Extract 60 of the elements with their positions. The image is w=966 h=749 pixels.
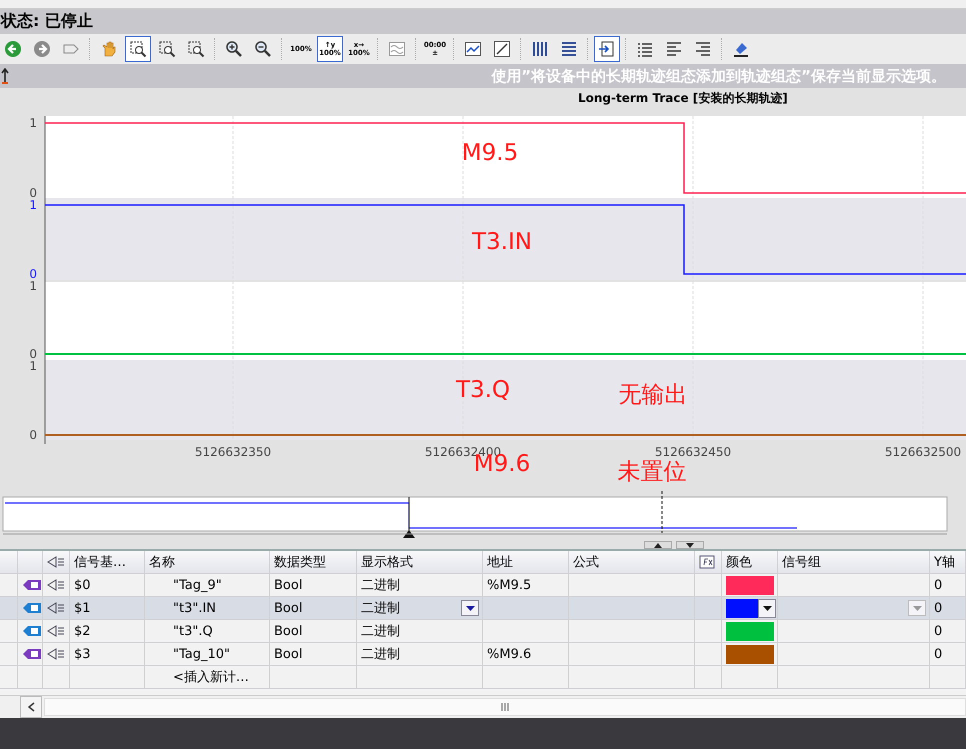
scrollbar-thumb[interactable] [44,698,966,716]
signal-icon [47,579,65,591]
zoom-area-button[interactable] [125,36,151,62]
align-left-icon [665,40,683,58]
vertical-bars-icon [531,40,549,58]
status-bar: 状态: 已停止 [0,9,966,34]
zoom-area-icon [158,40,176,58]
arrow-up-icon [1,68,9,84]
axis-tick-label: 1 [29,116,37,130]
axis-tick-label: 5126632450 [654,445,732,459]
signal-icon [47,556,65,568]
list-icon [636,40,654,58]
zoom-in-icon [225,40,243,58]
annotation-text: 无输出 [618,382,688,408]
axis-tick-label: 1 [29,198,37,212]
annotation-text: 未置位 [618,459,686,485]
insert-button[interactable] [594,36,620,62]
annotation-text: T3.IN [472,229,532,255]
annotation-text: T3.Q [456,377,510,403]
dropdown-button[interactable] [758,599,776,618]
axis-tick-label: 0 [29,186,37,200]
signal-icon [47,648,65,660]
wave-icon [388,40,406,58]
annotation-text: M9.5 [462,140,518,166]
column-header[interactable] [695,551,722,574]
color-swatch[interactable] [726,622,774,640]
zoom-out-icon [254,40,272,58]
axis-tick-label: 0 [29,267,37,281]
zoom-area-icon [187,40,205,58]
color-swatch[interactable] [726,644,774,664]
grip-icon [500,702,510,712]
insert-icon [598,40,616,58]
axis-tick-label: 5126632500 [884,445,962,459]
line-chart-icon [464,40,482,58]
horizontal-bars-icon [560,40,578,58]
collapse-up-button[interactable] [644,541,672,549]
horizontal-scrollbar[interactable] [0,695,966,718]
signal-icon [47,625,65,637]
zoom-area-icon [129,40,147,58]
paint-icon [732,40,750,58]
caret-down-icon [762,606,772,611]
axis-tick-label: 1 [29,359,37,373]
chart-title: Long-term Trace [安装的长期轨迹] [578,90,788,107]
hand-icon [100,40,118,58]
align-right-icon [694,40,712,58]
caret-down-icon [466,606,474,610]
axis-tick-label: 0 [29,347,37,361]
collapse-down-button[interactable] [676,541,704,549]
caret-down-icon [912,606,922,610]
formula-icon [699,555,715,569]
hint-text: 使用”将设备中的长期轨迹组态添加到轨迹组态”保存当前显示选项。 [491,66,946,86]
dropdown-button[interactable] [461,600,479,616]
chevron-left-icon [28,702,34,712]
axis-tick-label: 0 [29,428,37,442]
signal-icon [47,602,65,614]
cell-text: 二进制 [361,600,400,617]
color-swatch[interactable] [726,576,774,594]
axis-tick-label: 5126632350 [194,445,272,459]
scroll-left-button[interactable] [20,696,42,718]
axis-tick-label: 1 [29,279,37,293]
